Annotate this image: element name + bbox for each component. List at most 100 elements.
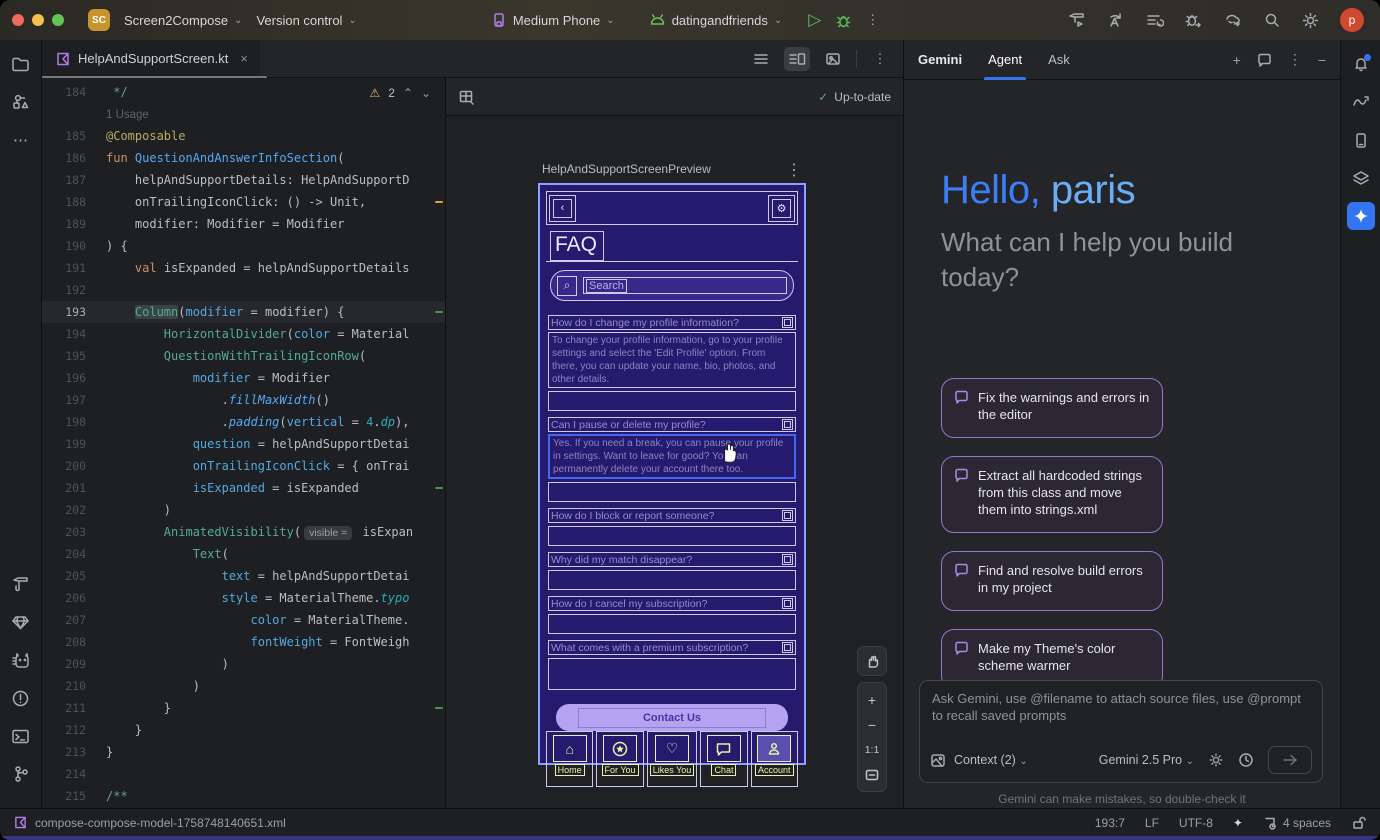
code-line[interactable]: 195 QuestionWithTrailingIconRow( <box>42 345 445 367</box>
suggestion-card[interactable]: Extract all hardcoded strings from this … <box>941 456 1163 533</box>
caret-position[interactable]: 193:7 <box>1095 816 1125 830</box>
zoom-in-button[interactable]: + <box>858 687 886 712</box>
code-line[interactable]: 203 AnimatedVisibility(visible = isExpan <box>42 521 445 543</box>
code-line[interactable]: 185@Composable <box>42 125 445 147</box>
more-tool-windows-icon[interactable]: ⋯ <box>7 126 35 154</box>
code-line[interactable]: 214 <box>42 763 445 785</box>
code-line[interactable]: 208 fontWeight = FontWeigh <box>42 631 445 653</box>
code-line[interactable]: 192 <box>42 279 445 301</box>
project-tool-icon[interactable] <box>7 50 35 78</box>
code-line[interactable]: 191 val isExpanded = helpAndSupportDetai… <box>42 257 445 279</box>
code-line[interactable]: 205 text = helpAndSupportDetai <box>42 565 445 587</box>
send-button[interactable] <box>1268 746 1312 774</box>
code-line[interactable]: 193 Column(modifier = modifier) { <box>42 301 445 323</box>
next-problem-icon[interactable]: ⌄ <box>421 86 431 100</box>
nav-item-home[interactable]: ⌂Home <box>546 731 593 787</box>
run-button[interactable]: ▷ <box>808 10 821 30</box>
device-mirroring-icon[interactable] <box>1347 88 1375 116</box>
editor-options-menu[interactable]: ⋮ <box>867 47 893 71</box>
faq-answer[interactable]: To change your profile information, go t… <box>548 332 796 388</box>
sparkle-icon[interactable]: ✦ <box>1233 816 1243 830</box>
nav-item-chat[interactable]: Chat <box>700 731 747 787</box>
pan-tool-button[interactable] <box>857 646 887 676</box>
panel-options-menu[interactable]: ⋮ <box>1288 51 1302 68</box>
design-view-button[interactable] <box>820 47 846 71</box>
unlocked-icon[interactable] <box>1351 815 1366 830</box>
resource-manager-icon[interactable] <box>7 88 35 116</box>
hide-panel-icon[interactable]: − <box>1318 52 1326 68</box>
zoom-reset-button[interactable]: 1:1 <box>858 737 886 762</box>
faq-question-row[interactable]: What comes with a premium subscription? <box>548 640 796 655</box>
zoom-to-fit-button[interactable] <box>858 762 886 787</box>
faq-question-row[interactable]: How do I block or report someone? <box>548 508 796 523</box>
line-ending[interactable]: LF <box>1145 816 1159 830</box>
preview-name-label[interactable]: HelpAndSupportScreenPreview <box>542 162 711 176</box>
code-line[interactable]: 215/** <box>42 785 445 807</box>
notifications-bell-icon[interactable] <box>1347 50 1375 78</box>
tab-helpandsupportscreen[interactable]: HelpAndSupportScreen.kt × <box>42 40 260 78</box>
code-line[interactable]: 187 helpAndSupportDetails: HelpAndSuppor… <box>42 169 445 191</box>
project-selector[interactable]: Screen2Compose⌄ <box>124 13 242 28</box>
suggestion-card[interactable]: Find and resolve build errors in my proj… <box>941 551 1163 611</box>
build-tool-icon[interactable] <box>7 570 35 598</box>
code-line[interactable]: 196 modifier = Modifier <box>42 367 445 389</box>
profile-avatar[interactable]: p <box>1340 8 1364 32</box>
zoom-out-button[interactable]: − <box>858 712 886 737</box>
preview-options-menu[interactable]: ⋮ <box>786 160 802 180</box>
settings-icon[interactable] <box>1301 11 1320 30</box>
history-icon[interactable] <box>1238 752 1254 768</box>
expand-icon[interactable] <box>782 317 793 328</box>
tab-ask[interactable]: Ask <box>1048 40 1070 80</box>
faq-answer[interactable]: Yes. If you need a break, you can pause … <box>548 434 796 479</box>
faq-question-row[interactable]: How do I cancel my subscription? <box>548 596 796 611</box>
back-button[interactable]: ‹ <box>549 195 576 222</box>
debug-button[interactable] <box>835 12 852 29</box>
suggestion-card[interactable]: Fix the warnings and errors in the edito… <box>941 378 1163 438</box>
code-line[interactable]: 206 style = MaterialTheme.typo <box>42 587 445 609</box>
logcat-icon[interactable] <box>7 646 35 674</box>
code-line[interactable]: 212 } <box>42 719 445 741</box>
zoom-window-button[interactable] <box>52 14 64 26</box>
code-line[interactable]: 189 modifier: Modifier = Modifier <box>42 213 445 235</box>
faq-question-row[interactable]: How do I change my profile information? <box>548 315 796 330</box>
nav-item-for-you[interactable]: For You <box>596 731 643 787</box>
code-editor[interactable]: ⚠ 2 ⌃ ⌄ 184 */1 Usage185@Composable186fu… <box>42 78 445 808</box>
faq-question-row[interactable]: Can I pause or delete my profile? <box>548 417 796 432</box>
todo-list-icon[interactable] <box>1145 11 1164 29</box>
search-bar[interactable]: ⌕ Search <box>550 270 794 301</box>
prompt-settings-icon[interactable] <box>1208 752 1224 768</box>
code-line[interactable]: 186fun QuestionAndAnswerInfoSection( <box>42 147 445 169</box>
context-dropdown[interactable]: Context (2) ⌄ <box>954 753 1028 767</box>
search-input[interactable]: Search <box>583 277 787 294</box>
nav-item-likes-you[interactable]: ♡Likes You <box>647 731 698 787</box>
faq-question-row[interactable]: Why did my match disappear? <box>548 552 796 567</box>
code-line[interactable]: 1 Usage <box>42 103 445 125</box>
run-configuration-selector[interactable]: datingandfriends⌄ <box>649 13 783 28</box>
code-line[interactable]: 199 question = helpAndSupportDetai <box>42 433 445 455</box>
gemini-prompt-input[interactable]: Ask Gemini, use @filename to attach sour… <box>919 680 1323 783</box>
code-line[interactable]: 207 color = MaterialTheme. <box>42 609 445 631</box>
minimize-window-button[interactable] <box>32 14 44 26</box>
terminal-icon[interactable] <box>7 722 35 750</box>
nav-item-account[interactable]: Account <box>751 731 798 787</box>
code-line[interactable]: 190) { <box>42 235 445 257</box>
prev-problem-icon[interactable]: ⌃ <box>403 86 413 100</box>
settings-button[interactable]: ⚙ <box>768 195 795 222</box>
preview-layout-icon[interactable] <box>458 89 475 105</box>
close-window-button[interactable] <box>12 14 24 26</box>
expand-icon[interactable] <box>782 510 793 521</box>
code-line[interactable]: 211 } <box>42 697 445 719</box>
inspections-widget[interactable]: ⚠ 2 ⌃ ⌄ <box>369 86 431 100</box>
code-line[interactable]: 209 ) <box>42 653 445 675</box>
code-line[interactable]: 201 isExpanded = isExpanded <box>42 477 445 499</box>
expand-icon[interactable] <box>782 554 793 565</box>
indent-setting[interactable]: 4 spaces <box>1263 816 1331 830</box>
close-tab-icon[interactable]: × <box>240 51 248 66</box>
usages-inlay-hint[interactable]: 1 Usage <box>106 109 149 121</box>
search-everywhere-icon[interactable] <box>1263 11 1281 29</box>
git-icon[interactable] <box>7 760 35 788</box>
attach-image-icon[interactable] <box>930 753 946 768</box>
problems-icon[interactable] <box>7 684 35 712</box>
model-selector[interactable]: Gemini 2.5 Pro ⌄ <box>1099 753 1194 767</box>
code-line[interactable]: 213} <box>42 741 445 763</box>
